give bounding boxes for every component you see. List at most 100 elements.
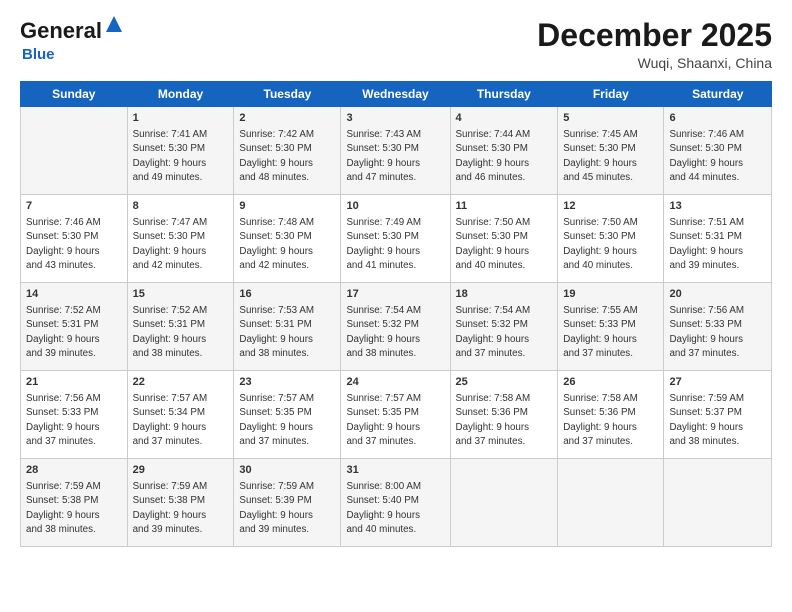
daylight-minutes: and 43 minutes. xyxy=(26,259,122,273)
day-number: 26 xyxy=(563,375,658,391)
sunrise: Sunrise: 7:57 AM xyxy=(346,392,444,406)
weekday-header-row: SundayMondayTuesdayWednesdayThursdayFrid… xyxy=(21,82,772,107)
daylight-minutes: and 46 minutes. xyxy=(456,171,553,185)
daylight-hours: Daylight: 9 hours xyxy=(456,245,553,259)
day-number: 23 xyxy=(239,375,335,391)
daylight-minutes: and 39 minutes. xyxy=(26,347,122,361)
location: Wuqi, Shaanxi, China xyxy=(537,55,772,71)
day-number: 27 xyxy=(669,375,766,391)
daylight-minutes: and 40 minutes. xyxy=(563,259,658,273)
daylight-minutes: and 48 minutes. xyxy=(239,171,335,185)
sunrise: Sunrise: 7:43 AM xyxy=(346,128,444,142)
sunrise: Sunrise: 7:44 AM xyxy=(456,128,553,142)
logo: General Blue xyxy=(20,18,102,63)
daylight-hours: Daylight: 9 hours xyxy=(26,245,122,259)
header: General Blue December 2025 Wuqi, Shaanxi… xyxy=(20,18,772,71)
daylight-minutes: and 38 minutes. xyxy=(239,347,335,361)
daylight-minutes: and 37 minutes. xyxy=(563,435,658,449)
day-number: 30 xyxy=(239,463,335,479)
day-number: 20 xyxy=(669,287,766,303)
daylight-hours: Daylight: 9 hours xyxy=(456,421,553,435)
sunrise: Sunrise: 7:50 AM xyxy=(456,216,553,230)
day-info: Sunrise: 7:59 AMSunset: 5:38 PMDaylight:… xyxy=(26,480,122,537)
sunrise: Sunrise: 7:56 AM xyxy=(669,304,766,318)
day-info: Sunrise: 7:42 AMSunset: 5:30 PMDaylight:… xyxy=(239,128,335,185)
sunrise: Sunrise: 7:51 AM xyxy=(669,216,766,230)
sunset: Sunset: 5:30 PM xyxy=(563,142,658,156)
calendar-cell: 24Sunrise: 7:57 AMSunset: 5:35 PMDayligh… xyxy=(341,371,450,459)
day-number: 6 xyxy=(669,111,766,127)
daylight-minutes: and 37 minutes. xyxy=(669,347,766,361)
weekday-header: Sunday xyxy=(21,82,128,107)
daylight-hours: Daylight: 9 hours xyxy=(563,157,658,171)
sunset: Sunset: 5:37 PM xyxy=(669,406,766,420)
weekday-header: Friday xyxy=(558,82,664,107)
daylight-hours: Daylight: 9 hours xyxy=(669,245,766,259)
daylight-minutes: and 44 minutes. xyxy=(669,171,766,185)
daylight-minutes: and 37 minutes. xyxy=(239,435,335,449)
sunrise: Sunrise: 7:48 AM xyxy=(239,216,335,230)
sunrise: Sunrise: 7:45 AM xyxy=(563,128,658,142)
sunset: Sunset: 5:30 PM xyxy=(239,230,335,244)
day-number: 5 xyxy=(563,111,658,127)
daylight-minutes: and 38 minutes. xyxy=(669,435,766,449)
day-info: Sunrise: 7:58 AMSunset: 5:36 PMDaylight:… xyxy=(456,392,553,449)
calendar-cell: 22Sunrise: 7:57 AMSunset: 5:34 PMDayligh… xyxy=(127,371,234,459)
day-info: Sunrise: 7:56 AMSunset: 5:33 PMDaylight:… xyxy=(669,304,766,361)
calendar-cell: 18Sunrise: 7:54 AMSunset: 5:32 PMDayligh… xyxy=(450,283,558,371)
day-info: Sunrise: 7:41 AMSunset: 5:30 PMDaylight:… xyxy=(133,128,229,185)
daylight-minutes: and 37 minutes. xyxy=(133,435,229,449)
daylight-hours: Daylight: 9 hours xyxy=(563,333,658,347)
sunrise: Sunrise: 7:46 AM xyxy=(26,216,122,230)
calendar-cell: 28Sunrise: 7:59 AMSunset: 5:38 PMDayligh… xyxy=(21,459,128,547)
daylight-hours: Daylight: 9 hours xyxy=(26,421,122,435)
day-info: Sunrise: 7:59 AMSunset: 5:39 PMDaylight:… xyxy=(239,480,335,537)
daylight-minutes: and 37 minutes. xyxy=(456,435,553,449)
sunset: Sunset: 5:30 PM xyxy=(346,142,444,156)
day-info: Sunrise: 8:00 AMSunset: 5:40 PMDaylight:… xyxy=(346,480,444,537)
calendar-cell: 16Sunrise: 7:53 AMSunset: 5:31 PMDayligh… xyxy=(234,283,341,371)
calendar-cell: 17Sunrise: 7:54 AMSunset: 5:32 PMDayligh… xyxy=(341,283,450,371)
sunrise: Sunrise: 7:55 AM xyxy=(563,304,658,318)
day-info: Sunrise: 7:59 AMSunset: 5:37 PMDaylight:… xyxy=(669,392,766,449)
daylight-minutes: and 47 minutes. xyxy=(346,171,444,185)
daylight-minutes: and 42 minutes. xyxy=(239,259,335,273)
sunset: Sunset: 5:32 PM xyxy=(346,318,444,332)
day-number: 17 xyxy=(346,287,444,303)
sunrise: Sunrise: 7:42 AM xyxy=(239,128,335,142)
calendar-cell xyxy=(21,107,128,195)
sunrise: Sunrise: 7:47 AM xyxy=(133,216,229,230)
sunset: Sunset: 5:33 PM xyxy=(669,318,766,332)
calendar-cell: 9Sunrise: 7:48 AMSunset: 5:30 PMDaylight… xyxy=(234,195,341,283)
sunrise: Sunrise: 7:49 AM xyxy=(346,216,444,230)
sunrise: Sunrise: 7:58 AM xyxy=(456,392,553,406)
sunrise: Sunrise: 7:54 AM xyxy=(346,304,444,318)
day-info: Sunrise: 7:56 AMSunset: 5:33 PMDaylight:… xyxy=(26,392,122,449)
day-info: Sunrise: 7:58 AMSunset: 5:36 PMDaylight:… xyxy=(563,392,658,449)
daylight-hours: Daylight: 9 hours xyxy=(563,421,658,435)
daylight-minutes: and 38 minutes. xyxy=(346,347,444,361)
day-number: 4 xyxy=(456,111,553,127)
sunrise: Sunrise: 7:59 AM xyxy=(133,480,229,494)
sunrise: Sunrise: 7:53 AM xyxy=(239,304,335,318)
daylight-minutes: and 45 minutes. xyxy=(563,171,658,185)
daylight-hours: Daylight: 9 hours xyxy=(239,245,335,259)
daylight-minutes: and 37 minutes. xyxy=(456,347,553,361)
day-number: 21 xyxy=(26,375,122,391)
daylight-hours: Daylight: 9 hours xyxy=(669,421,766,435)
sunrise: Sunrise: 7:56 AM xyxy=(26,392,122,406)
sunrise: Sunrise: 7:52 AM xyxy=(26,304,122,318)
sunset: Sunset: 5:30 PM xyxy=(133,230,229,244)
daylight-minutes: and 40 minutes. xyxy=(456,259,553,273)
day-number: 31 xyxy=(346,463,444,479)
logo-icon xyxy=(104,14,124,34)
daylight-minutes: and 37 minutes. xyxy=(563,347,658,361)
sunrise: Sunrise: 7:46 AM xyxy=(669,128,766,142)
calendar-cell: 2Sunrise: 7:42 AMSunset: 5:30 PMDaylight… xyxy=(234,107,341,195)
weekday-header: Tuesday xyxy=(234,82,341,107)
sunrise: Sunrise: 7:52 AM xyxy=(133,304,229,318)
sunset: Sunset: 5:31 PM xyxy=(239,318,335,332)
calendar-week-row: 28Sunrise: 7:59 AMSunset: 5:38 PMDayligh… xyxy=(21,459,772,547)
sunset: Sunset: 5:30 PM xyxy=(239,142,335,156)
daylight-hours: Daylight: 9 hours xyxy=(133,157,229,171)
